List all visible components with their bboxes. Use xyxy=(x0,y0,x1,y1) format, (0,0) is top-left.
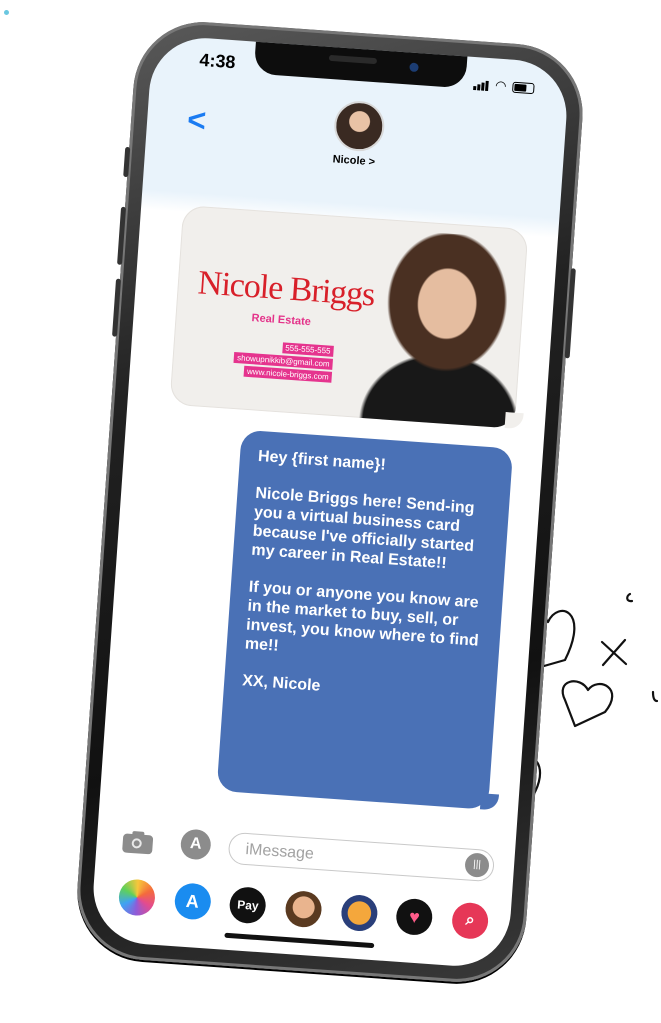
home-indicator xyxy=(224,932,375,949)
app-tray: A Pay ♥ ⌕ xyxy=(111,874,495,945)
imessage-field[interactable]: ||| xyxy=(227,831,496,883)
messages-screen: 4:38 ◠ < Nicole > Nicole Briggs Real Est… xyxy=(89,34,571,970)
speaker xyxy=(328,54,378,65)
app-store-icon[interactable]: A xyxy=(173,882,212,921)
message-greeting: Hey {first name}! xyxy=(257,447,387,474)
bubble-tail xyxy=(479,793,500,811)
card-name: Nicole Briggs xyxy=(196,264,376,314)
contact-avatar[interactable] xyxy=(332,99,386,153)
bubble-tail xyxy=(504,412,524,430)
wifi-icon: ◠ xyxy=(494,77,507,94)
card-portrait-photo xyxy=(354,227,528,429)
status-icons: ◠ xyxy=(472,72,535,95)
front-camera xyxy=(409,62,419,73)
phone-mockup: 4:38 ◠ < Nicole > Nicole Briggs Real Est… xyxy=(72,17,588,987)
apple-pay-label: Pay xyxy=(236,897,260,913)
audio-record-icon[interactable]: ||| xyxy=(464,852,490,878)
message-signoff: XX, Nicole xyxy=(241,672,321,695)
card-contact-lines: 555-555-555 showupnikkib@gmail.com www.n… xyxy=(212,338,334,383)
message-composer: A ||| xyxy=(121,824,496,886)
back-chevron-icon[interactable]: < xyxy=(186,101,207,138)
memoji-icon[interactable] xyxy=(284,889,323,929)
apple-pay-icon[interactable]: Pay xyxy=(228,886,268,925)
card-phone: 555-555-555 xyxy=(281,342,334,357)
business-card-image-bubble[interactable]: Nicole Briggs Real Estate 555-555-555 sh… xyxy=(169,205,529,429)
camera-icon[interactable] xyxy=(122,828,154,855)
signal-icon xyxy=(472,72,490,92)
search-images-icon[interactable]: ⌕ xyxy=(450,901,490,941)
animoji-icon[interactable] xyxy=(339,893,379,933)
photos-icon[interactable] xyxy=(117,878,157,917)
app-store-icon[interactable]: A xyxy=(179,828,212,861)
status-time: 4:38 xyxy=(198,49,237,73)
imessage-input[interactable] xyxy=(242,837,448,877)
card-subtitle: Real Estate xyxy=(251,312,312,329)
message-paragraph-2: If you or anyone you know are in the mar… xyxy=(244,578,480,655)
message-bubble[interactable]: Hey {first name}! Nicole Briggs here! Se… xyxy=(216,429,514,810)
battery-icon xyxy=(511,81,535,95)
heart-app-icon[interactable]: ♥ xyxy=(395,897,434,937)
message-paragraph-1: Nicole Briggs here! Send-ing you a virtu… xyxy=(250,484,476,573)
